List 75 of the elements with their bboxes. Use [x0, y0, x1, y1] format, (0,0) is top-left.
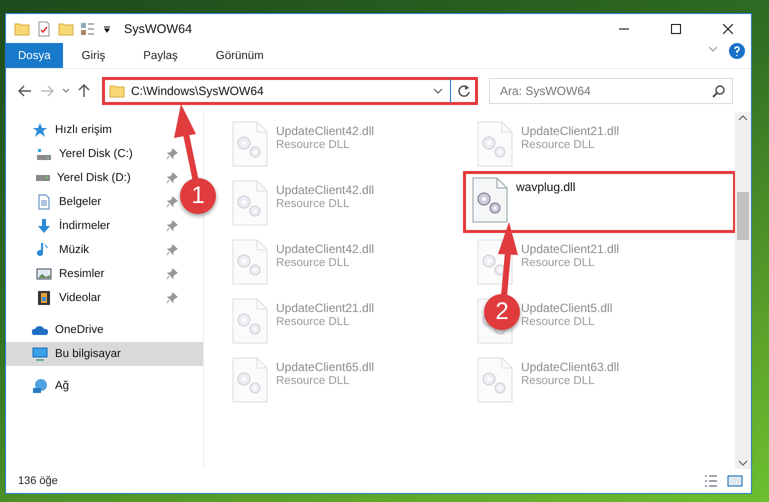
- large-icons-view-icon: [727, 473, 743, 489]
- recent-locations-button[interactable]: [60, 86, 72, 96]
- sidebar-item[interactable]: Yerel Disk (C:): [6, 142, 180, 166]
- item-count: 136 öğe: [18, 475, 59, 487]
- search-icon: [712, 84, 726, 98]
- ribbon-tab[interactable]: Görünüm: [196, 43, 283, 68]
- file-type: Resource DLL: [276, 139, 351, 151]
- pin-icon: [166, 244, 178, 256]
- pin-icon: [166, 292, 178, 304]
- dll-file-icon: [232, 357, 268, 403]
- minimize-icon: [619, 28, 629, 30]
- maximize-icon: [671, 24, 681, 34]
- film-icon: [36, 290, 52, 306]
- folder-icon: [109, 82, 125, 98]
- dll-file-icon: [232, 239, 268, 285]
- pin-icon: [166, 148, 178, 160]
- back-button[interactable]: [16, 82, 34, 98]
- file-type: Resource DLL: [276, 316, 351, 328]
- dll-file-icon: [477, 121, 513, 167]
- ribbon-tab[interactable]: Dosya: [6, 43, 63, 68]
- scroll-down-icon[interactable]: [738, 459, 748, 467]
- refresh-icon: [457, 84, 471, 98]
- address-bar[interactable]: C:\Windows\SysWOW64: [102, 76, 478, 104]
- pin-icon: [166, 172, 178, 184]
- pin-icon: [166, 268, 178, 280]
- search-field[interactable]: Ara: SysWOW64: [489, 78, 733, 104]
- file-type: Resource DLL: [521, 316, 596, 328]
- file-type: Resource DLL: [276, 257, 351, 269]
- window-title: SysWOW64: [124, 22, 194, 36]
- properties-icon: [36, 20, 52, 36]
- view-options-icon: [80, 20, 96, 36]
- sidebar-item[interactable]: İndirmeler: [6, 214, 180, 238]
- pin-icon: [166, 196, 178, 208]
- scrollbar-thumb[interactable]: [737, 192, 749, 240]
- sidebar-item[interactable]: Yerel Disk (D:): [6, 166, 180, 190]
- file-type: Resource DLL: [276, 198, 351, 210]
- file-name[interactable]: wavplug.dll: [516, 180, 576, 194]
- sidebar-item[interactable]: Belgeler: [6, 190, 180, 214]
- file-type: Resource DLL: [521, 375, 596, 387]
- file-type: Resource DLL: [521, 257, 596, 269]
- network-globe-icon: [32, 378, 48, 394]
- dll-file-icon: [477, 357, 513, 403]
- details-view-icon: [703, 473, 719, 489]
- ribbon-tab[interactable]: Giriş: [62, 43, 124, 68]
- monitor-icon: [32, 346, 48, 362]
- new-folder-icon: [58, 20, 74, 36]
- up-button[interactable]: [76, 82, 92, 100]
- address-path: C:\Windows\SysWOW64: [131, 84, 265, 98]
- sidebar-item[interactable]: Resimler: [6, 262, 180, 286]
- sidebar-item[interactable]: Hızlı erişim: [6, 118, 203, 142]
- download-icon: [36, 218, 52, 234]
- pin-icon: [166, 220, 178, 232]
- sidebar-item[interactable]: Müzik: [6, 238, 180, 262]
- picture-icon: [36, 266, 52, 282]
- dll-file-icon: [232, 121, 268, 167]
- drive-icon: [36, 148, 52, 160]
- dll-file-icon: [232, 298, 268, 344]
- document-icon: [36, 194, 52, 210]
- scroll-up-icon[interactable]: [738, 114, 748, 122]
- file-type: Resource DLL: [276, 375, 351, 387]
- chevron-down-icon: [62, 88, 70, 94]
- help-icon: [729, 43, 745, 59]
- dll-file-icon: [232, 180, 268, 226]
- dropdown-caret-icon: [102, 24, 112, 34]
- dll-file-icon: [472, 177, 508, 223]
- ribbon-tab[interactable]: Paylaş: [124, 43, 197, 68]
- sidebar-item[interactable]: OneDrive: [6, 318, 203, 342]
- sidebar-item[interactable]: Bu bilgisayar: [6, 342, 203, 366]
- drive-icon: [36, 175, 50, 181]
- close-icon: [723, 24, 733, 34]
- folder-icon: [14, 20, 30, 36]
- sidebar-item[interactable]: Ağ: [6, 374, 203, 398]
- sidebar-item[interactable]: Videolar: [6, 286, 180, 310]
- star-icon: [32, 122, 48, 138]
- file-type: Resource DLL: [521, 139, 596, 151]
